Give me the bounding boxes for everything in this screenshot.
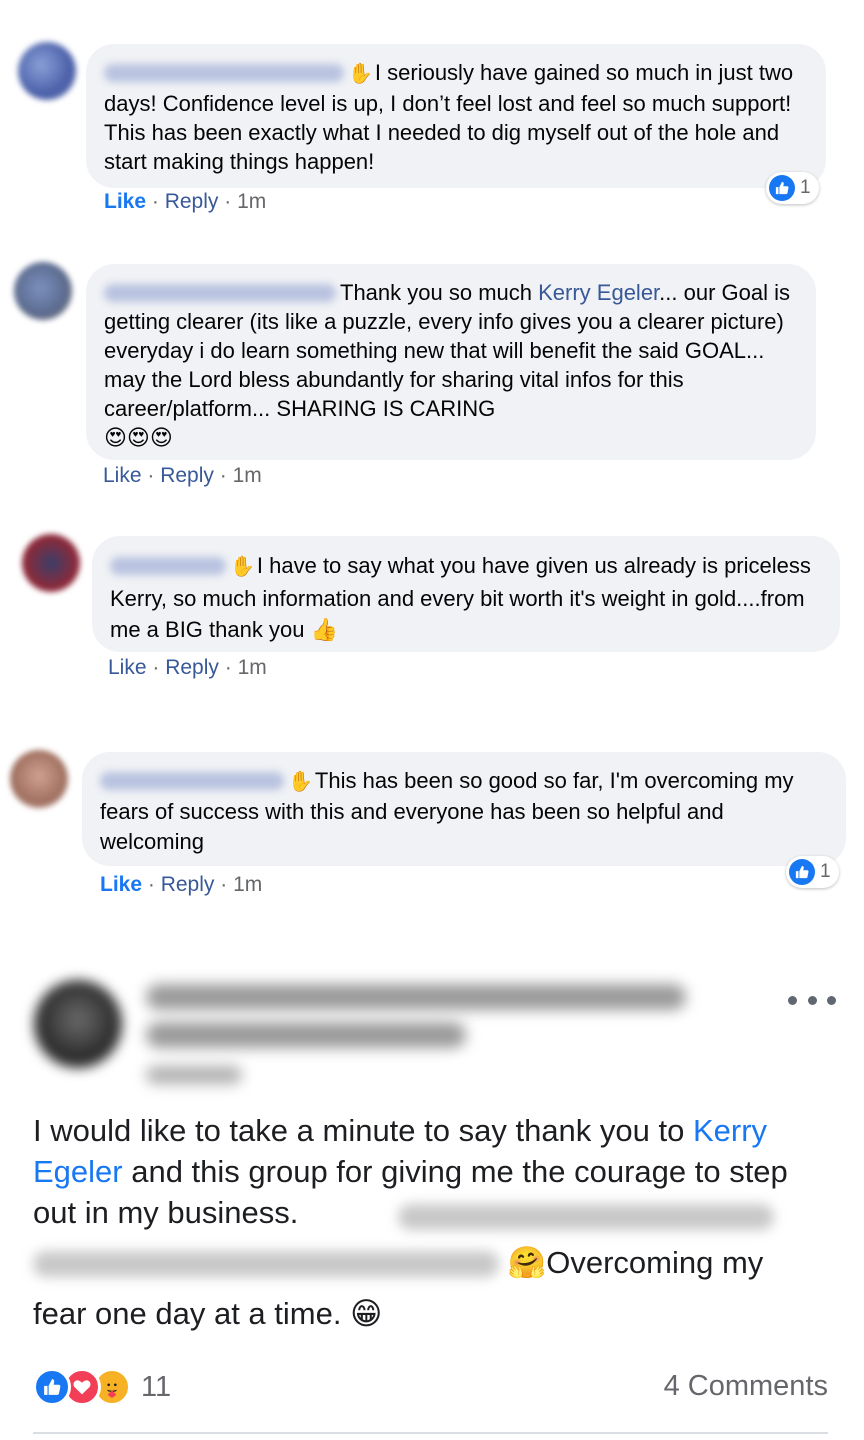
thumbs-up-icon [33,1368,71,1406]
comment-actions: Like · Reply · 1m [100,873,262,897]
avatar[interactable] [10,750,68,808]
comment-text-start: Thank you so much [340,280,539,305]
separator: · [219,464,233,487]
comment-bubble: ✋This has been so good so far, I'm overc… [82,752,846,866]
post-line: 🤗Overcoming my [33,1244,763,1281]
commenter-name[interactable] [100,772,284,790]
post-time-blurred [146,1066,242,1084]
reaction-badge[interactable]: 1 [766,172,819,204]
post-author-blurred[interactable] [146,984,686,1010]
timestamp[interactable]: 1m [237,190,266,213]
comment-bubble: ✋I have to say what you have given us al… [92,536,840,652]
commenter-name[interactable] [110,557,226,575]
like-link[interactable]: Like [100,873,142,896]
timestamp[interactable]: 1m [233,873,262,896]
reaction-count: 11 [141,1370,172,1403]
like-link[interactable]: Like [104,190,146,213]
post-text-part: Overcoming my [546,1245,764,1280]
post-text-part: I would like to take a minute to say tha… [33,1113,693,1148]
separator: · [152,656,166,679]
avatar[interactable] [14,262,72,320]
grinning-emoji: 😁 [350,1296,383,1331]
wave-icon: ✋ [348,63,373,85]
like-link[interactable]: Like [103,464,142,487]
post-avatar[interactable] [34,980,122,1068]
separator: · [224,656,238,679]
post-text-blurred [398,1204,774,1230]
commenter-name[interactable] [104,64,344,82]
like-link[interactable]: Like [108,656,147,679]
divider [33,1432,828,1434]
comment-actions: Like · Reply · 1m [108,656,267,680]
reply-link[interactable]: Reply [160,464,214,487]
post-text-part: fear one day at a time. [33,1296,342,1331]
avatar[interactable] [22,534,80,592]
reaction-badge[interactable]: 1 [786,856,839,888]
comment-bubble: ✋I seriously have gained so much in just… [86,44,826,188]
post-text-blurred [33,1251,499,1277]
more-dots-icon[interactable] [788,988,836,1012]
avatar[interactable] [18,42,76,100]
separator: · [220,873,234,896]
post-group-blurred[interactable] [146,1022,466,1048]
thumbs-up-emoji: 👍 [310,617,338,642]
comments-count-link[interactable]: 4 Comments [664,1370,828,1403]
reply-link[interactable]: Reply [165,656,219,679]
reaction-count: 1 [820,861,831,882]
reaction-count: 1 [800,177,811,198]
separator: · [147,873,161,896]
comment-actions: Like · Reply · 1m [103,464,262,488]
commenter-name[interactable] [104,284,336,302]
separator: · [151,190,165,213]
wave-icon: ✋ [288,771,313,793]
separator: · [224,190,238,213]
timestamp[interactable]: 1m [233,464,262,487]
heart-eyes-emoji: 😍😍😍 [104,425,173,450]
wave-icon: ✋ [230,556,255,578]
hugging-emoji: 🤗 [507,1245,547,1280]
post-line: fear one day at a time. 😁 [33,1296,382,1332]
thumbs-up-icon [769,175,795,201]
reply-link[interactable]: Reply [161,873,215,896]
timestamp[interactable]: 1m [238,656,267,679]
thumbs-up-icon [789,859,815,885]
comment-bubble: Thank you so much Kerry Egeler... our Go… [86,264,816,460]
post-reactions[interactable]: 11 [33,1368,171,1406]
separator: · [147,464,161,487]
reply-link[interactable]: Reply [165,190,219,213]
comment-actions: Like · Reply · 1m [104,190,266,214]
mention-link[interactable]: Kerry Egeler [538,280,659,305]
